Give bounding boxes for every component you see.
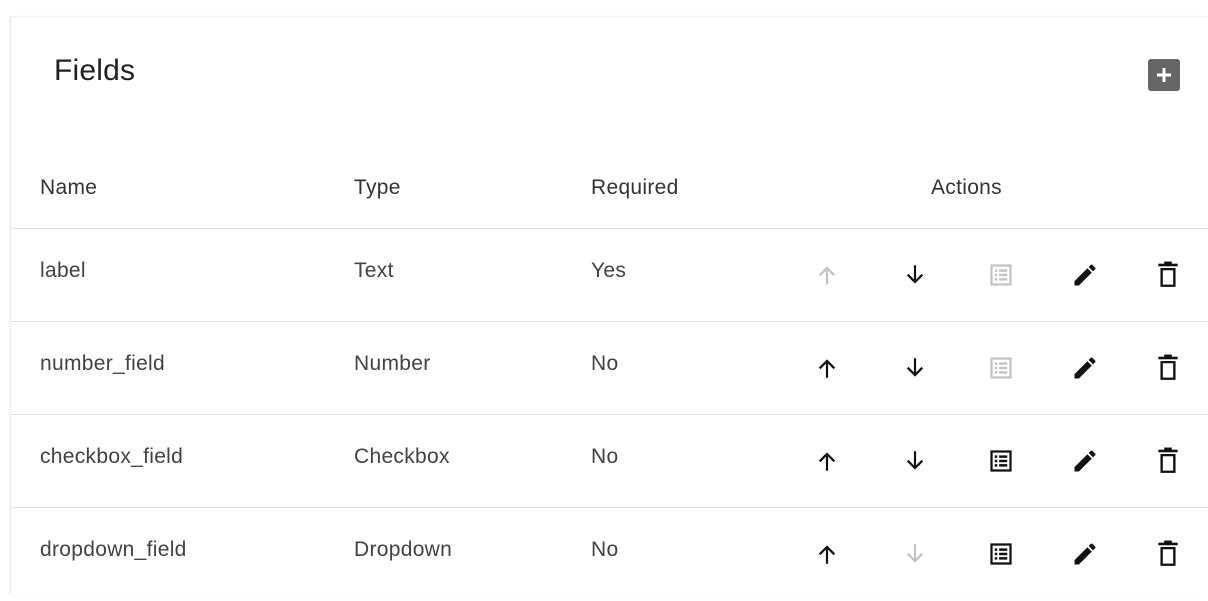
arrow-up-icon xyxy=(818,266,836,285)
field-type: Checkbox xyxy=(354,445,450,468)
pencil-icon xyxy=(1074,264,1096,286)
move-up-button[interactable] xyxy=(807,255,847,295)
list-icon xyxy=(990,450,1012,472)
field-options-button[interactable] xyxy=(981,441,1021,481)
arrow-down-icon xyxy=(906,451,924,470)
list-icon xyxy=(990,357,1012,379)
trash-icon xyxy=(1158,261,1178,287)
delete-field-button[interactable] xyxy=(1148,534,1188,574)
field-required: No xyxy=(591,445,619,468)
arrow-down-icon xyxy=(906,544,924,563)
arrow-up-icon xyxy=(818,545,836,564)
plus-icon xyxy=(1157,68,1171,82)
field-required: No xyxy=(591,538,619,561)
column-header-required: Required xyxy=(591,176,679,199)
table-row: label Text Yes xyxy=(11,229,1208,322)
field-name: dropdown_field xyxy=(40,538,187,561)
arrow-down-icon xyxy=(906,265,924,284)
field-required: Yes xyxy=(591,259,627,282)
list-icon xyxy=(990,264,1012,286)
delete-field-button[interactable] xyxy=(1148,348,1188,388)
move-up-button[interactable] xyxy=(807,534,847,574)
field-options-button[interactable] xyxy=(981,534,1021,574)
arrow-down-icon xyxy=(906,358,924,377)
field-name: label xyxy=(40,259,86,282)
table-header-row: Name Type Required Actions xyxy=(11,129,1208,229)
move-down-button[interactable] xyxy=(895,534,935,574)
field-type: Text xyxy=(354,259,394,282)
arrow-up-icon xyxy=(818,452,836,471)
field-name: checkbox_field xyxy=(40,445,184,468)
column-header-type: Type xyxy=(354,176,401,199)
add-field-button[interactable] xyxy=(1148,59,1180,91)
field-required: No xyxy=(591,352,619,375)
trash-icon xyxy=(1158,354,1178,380)
fields-card: Fields Name Type Required Actions label … xyxy=(10,16,1208,594)
column-header-actions: Actions xyxy=(931,176,1002,199)
field-options-button[interactable] xyxy=(981,255,1021,295)
edit-field-button[interactable] xyxy=(1065,255,1105,295)
column-header-name: Name xyxy=(40,176,98,199)
field-type: Dropdown xyxy=(354,538,453,561)
table-row: number_field Number No xyxy=(11,322,1208,415)
trash-icon xyxy=(1158,540,1178,566)
edit-field-button[interactable] xyxy=(1065,534,1105,574)
pencil-icon xyxy=(1074,450,1096,472)
edit-field-button[interactable] xyxy=(1065,348,1105,388)
delete-field-button[interactable] xyxy=(1148,255,1188,295)
pencil-icon xyxy=(1074,543,1096,565)
move-up-button[interactable] xyxy=(807,348,847,388)
move-up-button[interactable] xyxy=(807,441,847,481)
arrow-up-icon xyxy=(818,359,836,378)
delete-field-button[interactable] xyxy=(1148,441,1188,481)
field-type: Number xyxy=(354,352,431,375)
card-header: Fields xyxy=(11,17,1208,129)
trash-icon xyxy=(1158,447,1178,473)
card-title: Fields xyxy=(54,54,136,87)
move-down-button[interactable] xyxy=(895,441,935,481)
field-name: number_field xyxy=(40,352,166,375)
field-options-button[interactable] xyxy=(981,348,1021,388)
pencil-icon xyxy=(1074,357,1096,379)
table-row: dropdown_field Dropdown No xyxy=(11,508,1208,601)
list-icon xyxy=(990,543,1012,565)
edit-field-button[interactable] xyxy=(1065,441,1105,481)
move-down-button[interactable] xyxy=(895,255,935,295)
table-row: checkbox_field Checkbox No xyxy=(11,415,1208,508)
move-down-button[interactable] xyxy=(895,348,935,388)
